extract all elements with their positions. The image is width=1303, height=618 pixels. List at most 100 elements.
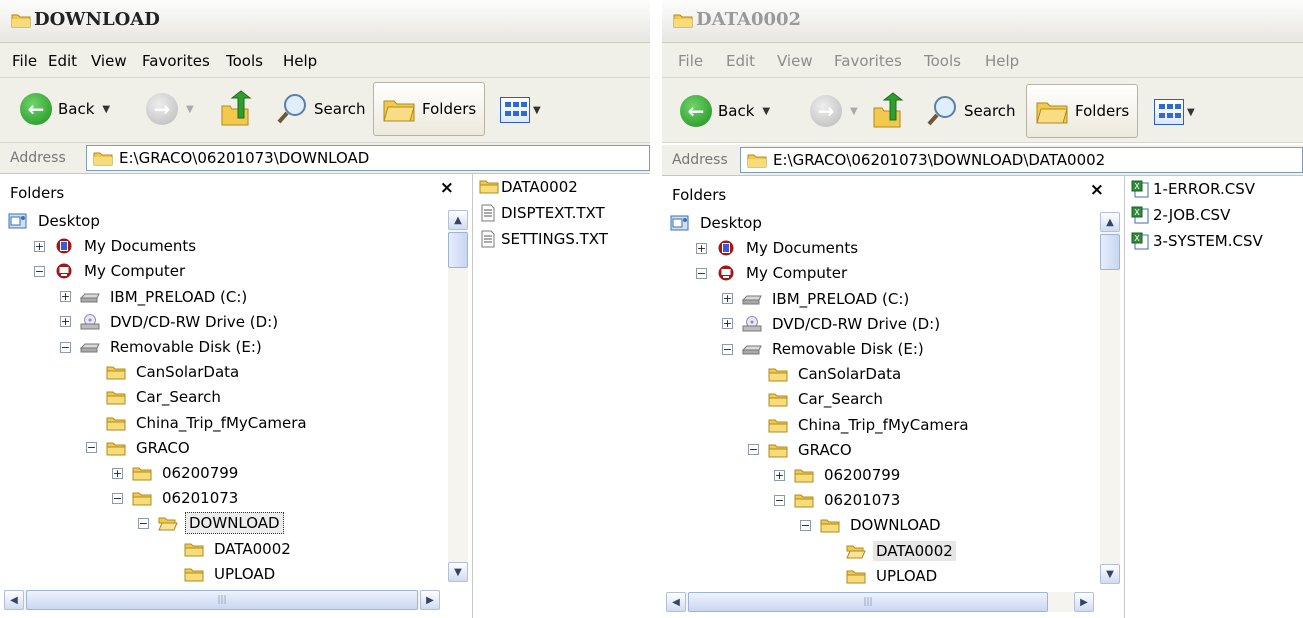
views-button[interactable]: ▼ bbox=[1154, 99, 1195, 125]
file-item[interactable]: X 1-ERROR.CSV bbox=[1131, 178, 1255, 200]
forward-button[interactable]: → ▼ bbox=[146, 93, 194, 125]
vertical-scrollbar[interactable]: ▲ ▼ bbox=[1100, 212, 1120, 584]
close-icon[interactable]: × bbox=[1090, 180, 1104, 200]
folders-button[interactable]: Folders bbox=[1026, 84, 1139, 138]
back-button[interactable]: ← Back ▼ bbox=[680, 95, 770, 127]
tree-item[interactable]: + My Documents bbox=[696, 237, 861, 259]
scroll-right-icon[interactable]: ▶ bbox=[420, 590, 440, 610]
expand-icon[interactable]: + bbox=[774, 469, 785, 481]
scroll-thumb[interactable]: ||| bbox=[688, 592, 1048, 612]
scroll-down-icon[interactable]: ▼ bbox=[1100, 564, 1120, 584]
chevron-down-icon[interactable]: ▼ bbox=[850, 106, 858, 117]
up-folder-button[interactable] bbox=[870, 92, 906, 130]
tree-item[interactable]: − 06201073 bbox=[112, 487, 241, 509]
back-button[interactable]: ← Back ▼ bbox=[20, 93, 110, 125]
menu-view[interactable]: View bbox=[777, 52, 813, 70]
horizontal-scrollbar[interactable]: ◀ ||| ▶ bbox=[666, 592, 1094, 612]
chevron-down-icon[interactable]: ▼ bbox=[762, 106, 770, 117]
file-item[interactable]: DISPTEXT.TXT bbox=[479, 202, 605, 224]
scroll-right-icon[interactable]: ▶ bbox=[1074, 592, 1094, 612]
chevron-down-icon[interactable]: ▼ bbox=[186, 104, 194, 115]
collapse-icon[interactable]: − bbox=[774, 494, 785, 506]
tree-item[interactable]: + IBM_PRELOAD (C:) bbox=[60, 286, 250, 308]
tree-item[interactable]: CanSolarData bbox=[86, 361, 242, 383]
scroll-left-icon[interactable]: ◀ bbox=[4, 590, 24, 610]
collapse-icon[interactable]: − bbox=[138, 517, 149, 529]
tree-item[interactable]: − GRACO bbox=[748, 439, 855, 461]
tree-item[interactable]: + DVD/CD-RW Drive (D:) bbox=[722, 313, 943, 335]
title-bar[interactable]: DATA0002 bbox=[662, 0, 1303, 43]
tree-item[interactable]: Car_Search bbox=[748, 388, 886, 410]
collapse-icon[interactable]: − bbox=[748, 444, 759, 456]
chevron-down-icon[interactable]: ▼ bbox=[1187, 107, 1195, 118]
tree-item[interactable]: Desktop bbox=[670, 212, 765, 234]
up-folder-button[interactable] bbox=[218, 90, 254, 128]
tree-item[interactable]: +06200799 bbox=[774, 464, 903, 486]
tree-item[interactable]: − 06201073 bbox=[774, 489, 903, 511]
chevron-down-icon[interactable]: ▼ bbox=[102, 104, 110, 115]
scroll-thumb[interactable] bbox=[1100, 234, 1120, 270]
collapse-icon[interactable]: − bbox=[800, 519, 811, 531]
tree-item[interactable]: − My Computer bbox=[696, 262, 850, 284]
file-item[interactable]: SETTINGS.TXT bbox=[479, 228, 608, 250]
tree-item[interactable]: + My Documents bbox=[34, 235, 199, 257]
collapse-icon[interactable]: − bbox=[60, 341, 71, 353]
tree-item[interactable]: − GRACO bbox=[86, 437, 193, 459]
search-button[interactable]: Search bbox=[276, 93, 366, 125]
address-input[interactable]: E:\GRACO\06201073\DOWNLOAD bbox=[86, 145, 650, 171]
tree-item[interactable]: Desktop bbox=[8, 210, 103, 232]
expand-icon[interactable]: + bbox=[34, 240, 45, 252]
close-icon[interactable]: × bbox=[440, 178, 454, 198]
menu-help[interactable]: Help bbox=[985, 52, 1019, 70]
tree-item[interactable]: + DVD/CD-RW Drive (D:) bbox=[60, 311, 281, 333]
scroll-up-icon[interactable]: ▲ bbox=[448, 210, 468, 230]
scroll-thumb[interactable] bbox=[448, 232, 468, 268]
tree-item[interactable]: + IBM_PRELOAD (C:) bbox=[722, 288, 912, 310]
file-item[interactable]: X 2-JOB.CSV bbox=[1131, 204, 1230, 226]
scroll-up-icon[interactable]: ▲ bbox=[1100, 212, 1120, 232]
menu-file[interactable]: File bbox=[678, 52, 703, 70]
menu-edit[interactable]: Edit bbox=[726, 52, 755, 70]
tree-item[interactable]: − Removable Disk (E:) bbox=[722, 338, 927, 360]
expand-icon[interactable]: + bbox=[722, 318, 733, 330]
horizontal-scrollbar[interactable]: ◀ ||| ▶ bbox=[4, 590, 440, 610]
views-button[interactable]: ▼ bbox=[500, 97, 541, 123]
menu-edit[interactable]: Edit bbox=[48, 52, 77, 70]
tree-item[interactable]: − DOWNLOAD bbox=[138, 512, 284, 535]
tree-item[interactable]: UPLOAD bbox=[826, 565, 940, 587]
menu-file[interactable]: File bbox=[12, 52, 37, 70]
vertical-scrollbar[interactable]: ▲ ▼ bbox=[448, 210, 468, 582]
tree-item[interactable]: China_Trip_fMyCamera bbox=[86, 412, 310, 434]
tree-item[interactable]: +06200799 bbox=[112, 462, 241, 484]
search-button[interactable]: Search bbox=[926, 95, 1016, 127]
scroll-left-icon[interactable]: ◀ bbox=[666, 592, 686, 612]
menu-tools[interactable]: Tools bbox=[924, 52, 961, 70]
address-input[interactable]: E:\GRACO\06201073\DOWNLOAD\DATA0002 bbox=[740, 147, 1303, 173]
tree-item[interactable]: DATA0002 bbox=[826, 540, 956, 562]
menu-help[interactable]: Help bbox=[283, 52, 317, 70]
tree-item[interactable]: − My Computer bbox=[34, 260, 188, 282]
menu-favorites[interactable]: Favorites bbox=[142, 52, 210, 70]
tree-item[interactable]: CanSolarData bbox=[748, 363, 904, 385]
menu-tools[interactable]: Tools bbox=[226, 52, 263, 70]
forward-button[interactable]: → ▼ bbox=[810, 95, 858, 127]
menu-view[interactable]: View bbox=[91, 52, 127, 70]
tree-item[interactable]: UPLOAD bbox=[164, 563, 278, 585]
expand-icon[interactable]: + bbox=[60, 291, 71, 303]
tree-item[interactable]: − DOWNLOAD bbox=[800, 514, 944, 536]
collapse-icon[interactable]: − bbox=[34, 265, 45, 277]
expand-icon[interactable]: + bbox=[696, 242, 707, 254]
collapse-icon[interactable]: − bbox=[112, 492, 123, 504]
file-item[interactable]: DATA0002 bbox=[479, 176, 578, 198]
chevron-down-icon[interactable]: ▼ bbox=[533, 105, 541, 116]
tree-item[interactable]: − Removable Disk (E:) bbox=[60, 336, 265, 358]
expand-icon[interactable]: + bbox=[112, 467, 123, 479]
folders-button[interactable]: Folders bbox=[373, 82, 486, 136]
tree-item[interactable]: China_Trip_fMyCamera bbox=[748, 414, 972, 436]
collapse-icon[interactable]: − bbox=[86, 442, 97, 454]
tree-item[interactable]: Car_Search bbox=[86, 386, 224, 408]
collapse-icon[interactable]: − bbox=[722, 343, 733, 355]
title-bar[interactable]: DOWNLOAD bbox=[0, 0, 650, 43]
scroll-thumb[interactable]: ||| bbox=[26, 590, 418, 610]
menu-favorites[interactable]: Favorites bbox=[834, 52, 902, 70]
